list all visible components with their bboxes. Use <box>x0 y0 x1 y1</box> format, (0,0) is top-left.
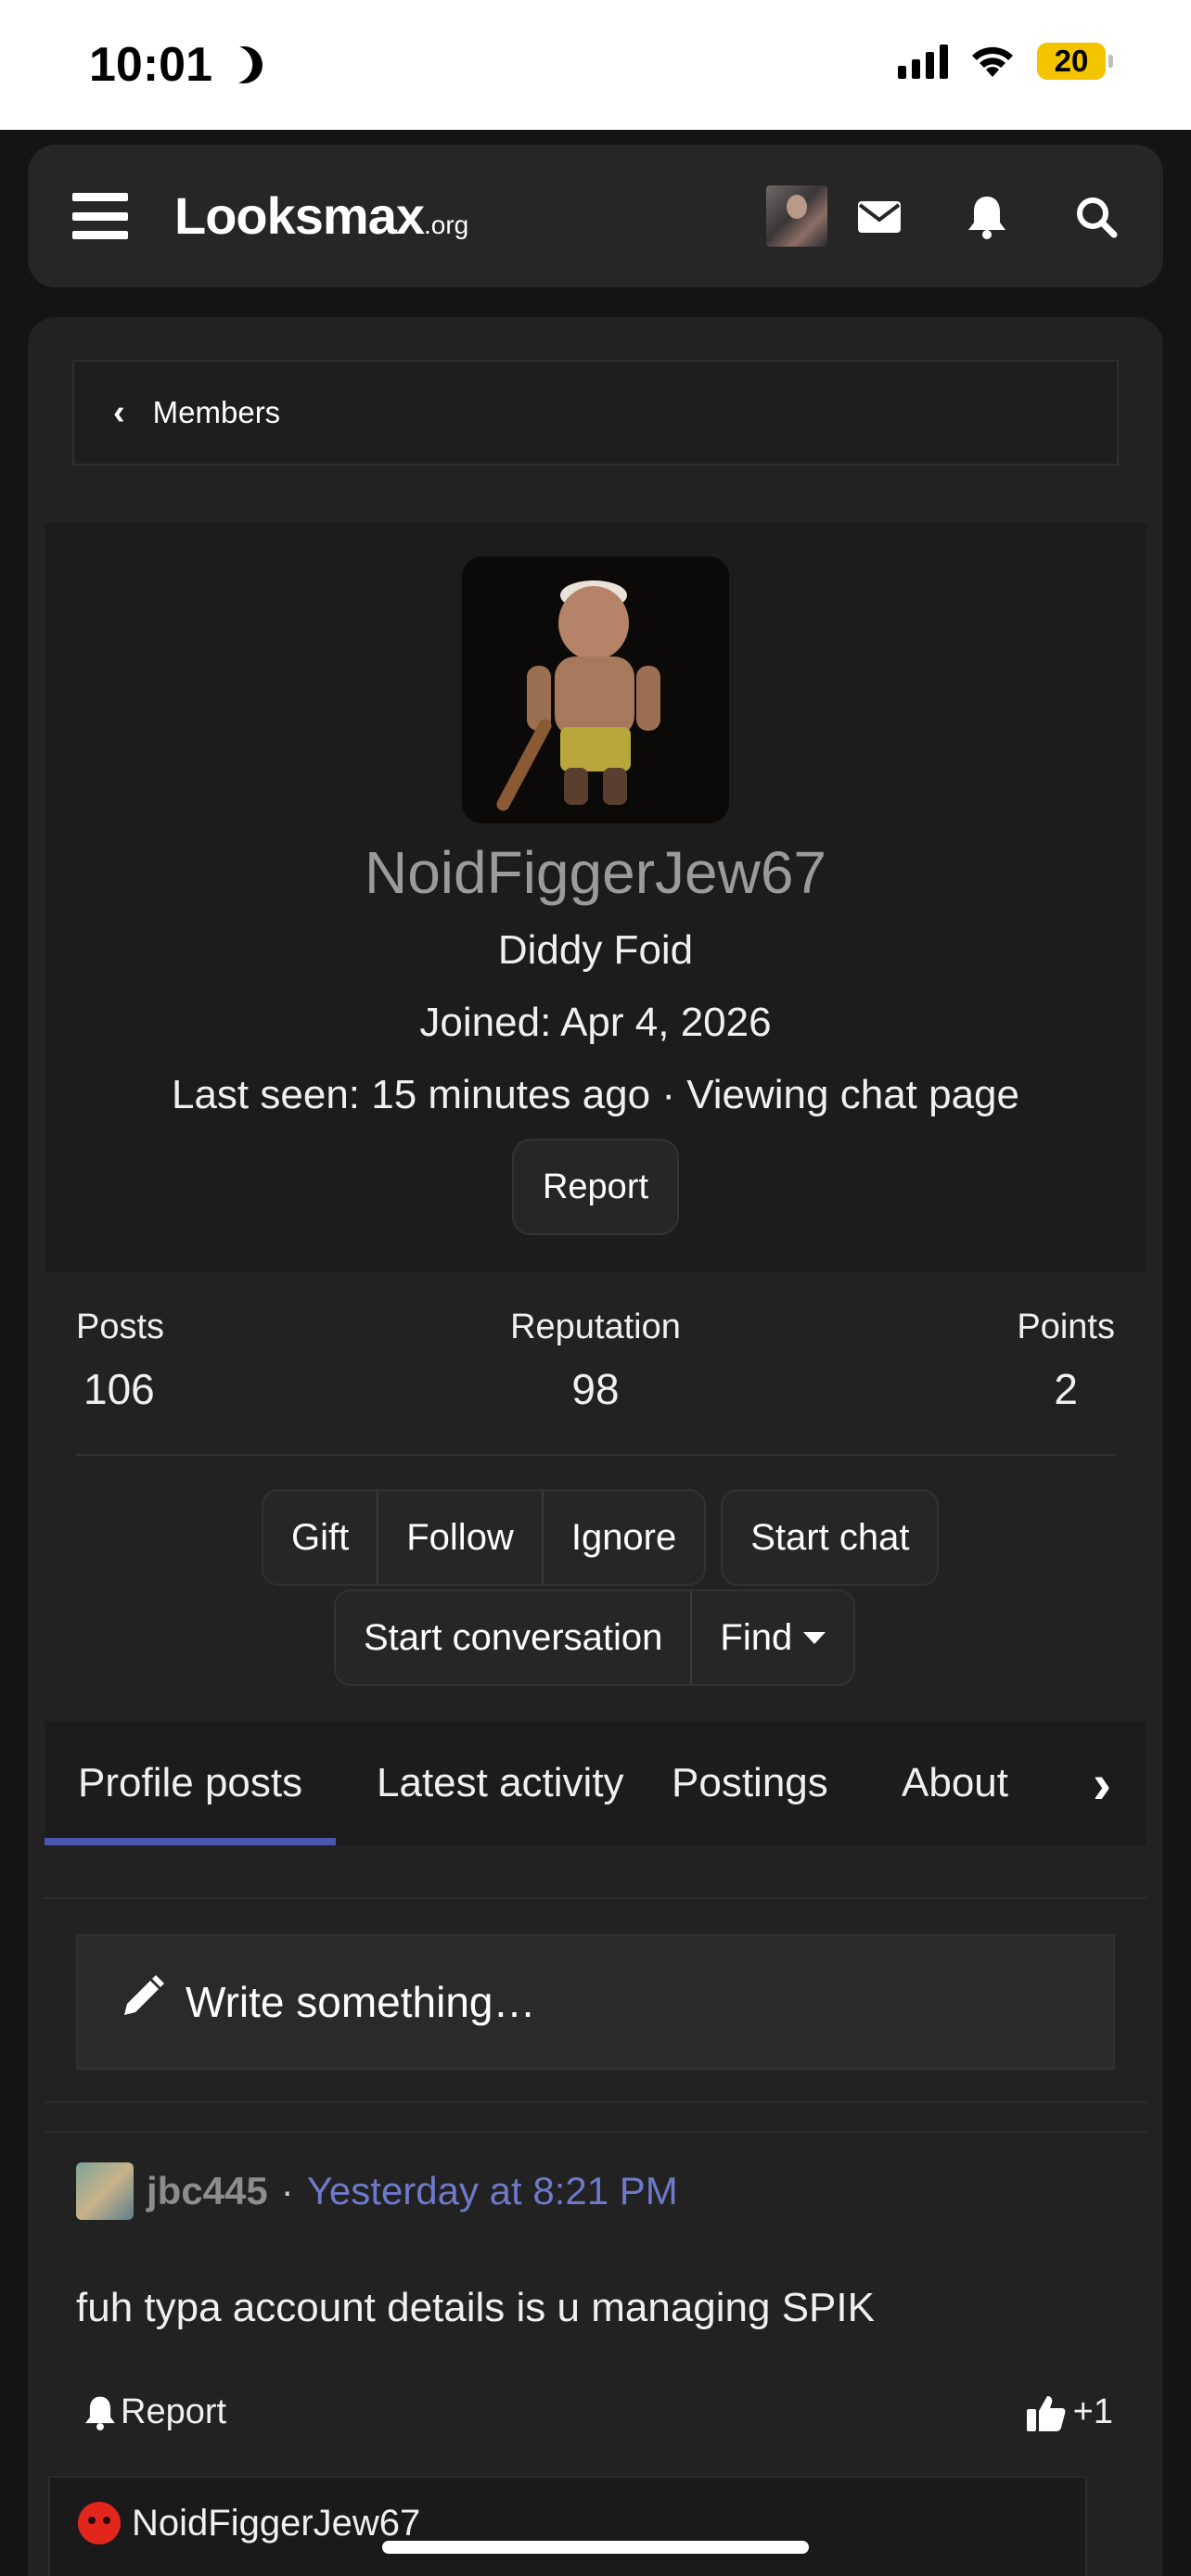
find-dropdown[interactable]: Find <box>692 1591 853 1684</box>
logo-tld: .org <box>424 210 469 239</box>
start-chat-button[interactable]: Start chat <box>723 1491 937 1584</box>
tab-about[interactable]: About <box>902 1721 1008 1845</box>
post-body: fuh typa account details is u managing S… <box>76 2285 875 2330</box>
reaction-count: +1 <box>1072 2392 1113 2431</box>
pencil-icon <box>119 1974 165 2031</box>
home-indicator[interactable] <box>382 2541 809 2554</box>
divider <box>45 2101 1146 2103</box>
stat-value: 98 <box>571 1365 620 1413</box>
stat-reputation[interactable]: Reputation 98 <box>503 1307 688 1414</box>
site-logo[interactable]: Looksmax.org <box>174 185 468 246</box>
divider <box>45 1897 1146 1899</box>
stat-label: Posts <box>76 1307 165 1346</box>
tab-label: Profile posts <box>78 1760 303 1805</box>
tab-profile-posts[interactable]: Profile posts <box>44 1721 337 1845</box>
report-button[interactable]: Report <box>512 1139 679 1235</box>
start-conversation-button[interactable]: Start conversation <box>336 1591 693 1684</box>
post-meta: jbc445 · Yesterday at 8:21 PM <box>76 2162 1115 2220</box>
reply-author-name: NoidFiggerJew67 <box>132 2502 421 2544</box>
post-reactions[interactable]: +1 <box>1026 2392 1113 2432</box>
bell-icon <box>85 2396 115 2430</box>
mail-icon[interactable] <box>855 193 903 241</box>
tab-latest-activity[interactable]: Latest activity <box>377 1721 624 1845</box>
profile-joined-date: Joined: Apr 4, 2026 <box>419 1000 772 1045</box>
profile-post: jbc445 · Yesterday at 8:21 PM fuh typa a… <box>76 2162 1115 2448</box>
ignore-button[interactable]: Ignore <box>544 1491 704 1584</box>
reply-author[interactable]: NoidFiggerJew67 <box>78 2502 420 2544</box>
gift-button[interactable]: Gift <box>263 1491 379 1584</box>
post-actions: Report +1 <box>76 2392 1115 2448</box>
stat-value: 2 <box>1054 1365 1078 1413</box>
stat-points[interactable]: Points 2 <box>1017 1307 1115 1414</box>
profile-username: NoidFiggerJew67 <box>364 839 827 906</box>
angry-face-icon <box>78 2502 121 2544</box>
profile-stats: Posts 106 Reputation 98 Points 2 <box>76 1307 1115 1456</box>
clock: 10:01 <box>89 38 212 92</box>
conversation-group: Start conversation Find <box>334 1589 856 1686</box>
breadcrumb-label: Members <box>152 395 281 429</box>
battery-icon: 20 <box>1037 43 1113 80</box>
follow-button[interactable]: Follow <box>378 1491 544 1584</box>
app-header: Looksmax.org <box>28 145 1163 287</box>
wifi-icon <box>968 44 1017 79</box>
status-indicators: 20 <box>898 43 1113 80</box>
stat-label: Points <box>1017 1307 1115 1346</box>
menu-icon[interactable] <box>72 193 128 239</box>
post-author[interactable]: jbc445 <box>147 2169 268 2213</box>
profile-user-title: Diddy Foid <box>497 927 694 973</box>
profile-actions-row-1: Gift Follow Ignore Start chat <box>262 1489 940 1586</box>
tab-label: About <box>902 1760 1008 1805</box>
profile-avatar[interactable] <box>462 556 729 823</box>
bell-icon[interactable] <box>963 193 1011 241</box>
main-content: ‹ Members NoidFiggerJew67 Diddy Foid Joi… <box>28 317 1163 2576</box>
logo-text: Looksmax <box>174 186 425 245</box>
separator: · <box>280 2169 294 2213</box>
tab-label: Latest activity <box>377 1760 624 1805</box>
thumbs-up-icon <box>1026 2395 1066 2431</box>
chat-group: Start chat <box>721 1489 940 1586</box>
account-avatar[interactable] <box>766 185 827 247</box>
divider <box>45 2131 1146 2133</box>
search-icon[interactable] <box>1072 193 1121 241</box>
compose-placeholder: Write something… <box>186 1978 536 2026</box>
stat-posts[interactable]: Posts 106 <box>76 1307 164 1414</box>
post-author-avatar[interactable] <box>76 2162 134 2220</box>
profile-actions-row-2: Start conversation Find <box>334 1589 856 1686</box>
post-report-link[interactable]: Report <box>83 2392 226 2432</box>
find-label: Find <box>720 1616 793 1658</box>
member-actions-group: Gift Follow Ignore <box>262 1489 707 1586</box>
report-label: Report <box>121 2392 227 2431</box>
caret-down-icon <box>803 1631 826 1644</box>
profile-header: NoidFiggerJew67 Diddy Foid Joined: Apr 4… <box>45 523 1146 1272</box>
battery-level: 20 <box>1054 44 1089 78</box>
write-something-input[interactable]: Write something… <box>76 1934 1115 2070</box>
stat-value: 106 <box>83 1365 155 1413</box>
stat-label: Reputation <box>510 1307 681 1346</box>
status-time: 10:01 <box>89 37 263 93</box>
status-bar: 10:01 20 <box>0 0 1191 130</box>
breadcrumb[interactable]: ‹ Members <box>72 360 1119 465</box>
profile-tabs: Profile posts Latest activity Postings A… <box>44 1721 1146 1845</box>
tab-postings[interactable]: Postings <box>672 1721 828 1845</box>
chevron-left-icon: ‹ <box>113 392 125 432</box>
moon-icon <box>220 41 267 88</box>
profile-last-seen: Last seen: 15 minutes ago · Viewing chat… <box>171 1072 1019 1117</box>
tab-label: Postings <box>672 1760 828 1805</box>
chevron-right-icon[interactable]: › <box>1057 1721 1146 1845</box>
cellular-signal-icon <box>898 44 948 79</box>
post-time[interactable]: Yesterday at 8:21 PM <box>307 2169 678 2213</box>
post-reply: NoidFiggerJew67 <box>48 2476 1087 2576</box>
